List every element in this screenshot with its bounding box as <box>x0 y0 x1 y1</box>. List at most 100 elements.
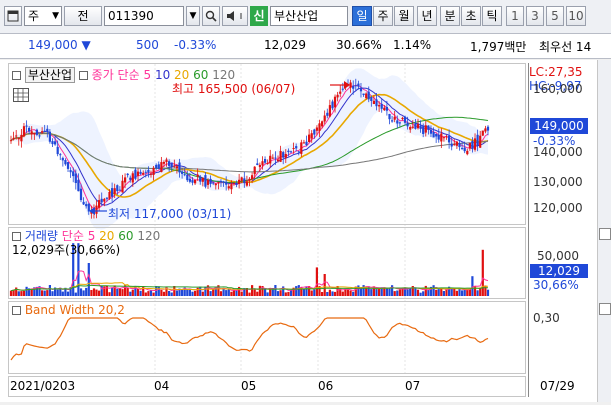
candle-body[interactable] <box>310 133 313 139</box>
volume-bar[interactable] <box>9 290 13 296</box>
volume-bar[interactable] <box>87 263 90 296</box>
number-button-1[interactable]: 1 <box>506 6 524 26</box>
candle-body[interactable] <box>38 135 41 137</box>
candle-body[interactable] <box>276 159 280 162</box>
candle-body[interactable] <box>461 148 464 150</box>
candle-body[interactable] <box>445 136 448 138</box>
candle-body[interactable] <box>121 180 124 193</box>
candle-body[interactable] <box>181 171 184 174</box>
volume-bar[interactable] <box>131 289 134 296</box>
candle-body[interactable] <box>378 105 381 107</box>
candle-body[interactable] <box>46 128 49 132</box>
candle-body[interactable] <box>367 91 370 100</box>
volume-bar[interactable] <box>476 290 479 296</box>
candle-body[interactable] <box>481 130 484 136</box>
period-button-0[interactable]: 일 <box>352 6 372 26</box>
candle-body[interactable] <box>466 150 469 155</box>
candle-body[interactable] <box>315 127 318 131</box>
volume-bar[interactable] <box>43 290 46 296</box>
candle-body[interactable] <box>173 165 176 167</box>
candle-body[interactable] <box>240 177 243 181</box>
volume-bar[interactable] <box>359 288 363 296</box>
candle-body[interactable] <box>230 184 233 190</box>
code-dropdown-button[interactable]: ▼ <box>186 6 200 26</box>
candle-body[interactable] <box>142 172 145 175</box>
candle-body[interactable] <box>28 127 31 132</box>
candle-body[interactable] <box>111 188 114 197</box>
volume-bar[interactable] <box>20 291 23 296</box>
volume-bar[interactable] <box>266 292 269 296</box>
volume-bar[interactable] <box>276 291 280 296</box>
candle-body[interactable] <box>432 132 435 138</box>
number-button-10[interactable]: 10 <box>566 6 586 26</box>
volume-bar[interactable] <box>227 289 230 296</box>
volume-bar[interactable] <box>264 288 267 297</box>
volume-bar[interactable] <box>432 285 435 296</box>
candle-body[interactable] <box>157 164 160 169</box>
volume-bar[interactable] <box>173 286 176 296</box>
candle-body[interactable] <box>100 198 103 203</box>
volume-bar[interactable] <box>144 292 147 297</box>
volume-bar[interactable] <box>440 288 443 296</box>
sound-button[interactable] <box>222 6 248 26</box>
candle-body[interactable] <box>398 122 401 124</box>
candle-body[interactable] <box>82 201 85 205</box>
candle-body[interactable] <box>331 101 334 109</box>
candle-body[interactable] <box>118 189 121 191</box>
candle-body[interactable] <box>313 129 316 135</box>
candle-body[interactable] <box>196 174 199 177</box>
candle-body[interactable] <box>295 146 298 149</box>
volume-bar[interactable] <box>149 290 153 296</box>
volume-bar[interactable] <box>232 290 235 296</box>
candle-body[interactable] <box>61 157 64 161</box>
volume-bar[interactable] <box>455 290 458 296</box>
candle-body[interactable] <box>258 164 261 168</box>
volume-bar[interactable] <box>305 286 308 296</box>
volume-bar[interactable] <box>219 291 223 296</box>
candle-body[interactable] <box>419 125 422 129</box>
candle-body[interactable] <box>388 114 391 120</box>
candle-body[interactable] <box>30 131 33 135</box>
volume-bar[interactable] <box>416 289 420 296</box>
volume-bar[interactable] <box>427 289 430 297</box>
volume-bar[interactable] <box>186 288 189 296</box>
volume-bar[interactable] <box>461 290 464 296</box>
candle-body[interactable] <box>401 117 404 120</box>
volume-bar[interactable] <box>48 285 51 296</box>
volume-bar[interactable] <box>422 291 425 296</box>
volume-bar[interactable] <box>222 288 225 296</box>
candle-body[interactable] <box>219 181 223 183</box>
candle-body[interactable] <box>450 143 453 147</box>
candle-body[interactable] <box>473 138 477 150</box>
candle-body[interactable] <box>227 186 230 189</box>
candle-body[interactable] <box>147 169 150 173</box>
volume-bar[interactable] <box>175 290 178 297</box>
candle-body[interactable] <box>136 171 140 176</box>
volume-bar[interactable] <box>258 285 261 296</box>
candle-body[interactable] <box>284 154 287 158</box>
candle-body[interactable] <box>22 126 26 137</box>
volume-bar[interactable] <box>414 288 417 296</box>
volume-bar[interactable] <box>315 267 318 296</box>
candle-body[interactable] <box>429 129 433 134</box>
candle-body[interactable] <box>266 163 269 164</box>
volume-bar[interactable] <box>370 289 373 296</box>
period-button-5[interactable]: 초 <box>461 6 481 26</box>
candle-body[interactable] <box>471 140 474 150</box>
candle-body[interactable] <box>108 192 111 199</box>
volume-bar[interactable] <box>349 290 352 296</box>
candle-body[interactable] <box>479 135 482 148</box>
candle-body[interactable] <box>359 87 363 92</box>
volume-bar[interactable] <box>274 285 277 296</box>
candle-body[interactable] <box>409 127 412 130</box>
candle-body[interactable] <box>186 174 189 181</box>
candle-body[interactable] <box>168 161 171 166</box>
candle-body[interactable] <box>264 159 267 163</box>
volume-bar[interactable] <box>116 288 119 296</box>
volume-bar[interactable] <box>212 288 215 296</box>
volume-bar[interactable] <box>310 290 313 297</box>
volume-bar[interactable] <box>486 289 490 296</box>
volume-bar[interactable] <box>225 290 228 296</box>
volume-bar[interactable] <box>17 291 20 296</box>
candle-body[interactable] <box>41 131 44 133</box>
